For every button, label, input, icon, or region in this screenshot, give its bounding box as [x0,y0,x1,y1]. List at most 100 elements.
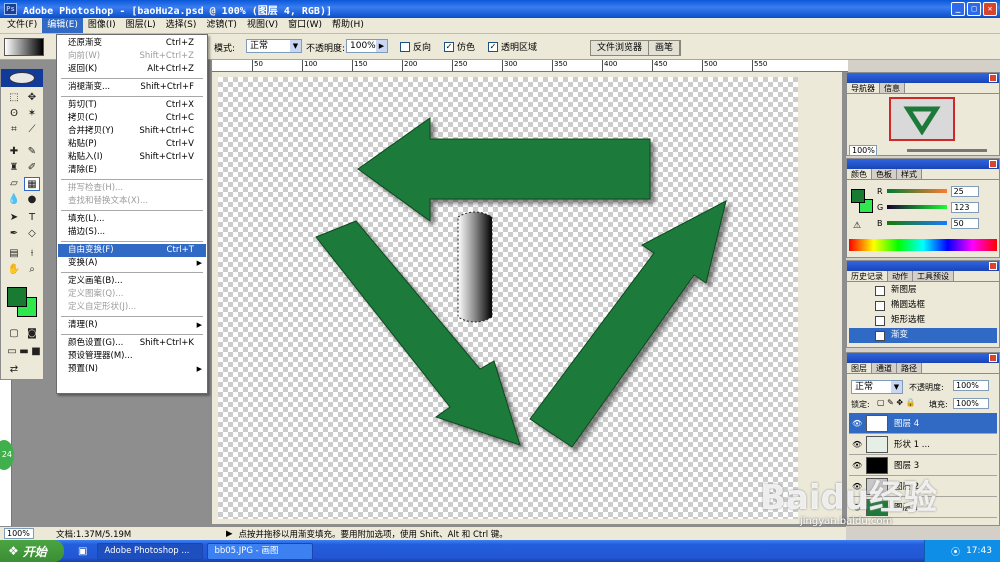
blur-tool-icon[interactable]: 💧 [6,193,22,207]
edit-menu-item[interactable]: 还原渐变 Ctrl+Z [58,37,206,50]
edit-menu-item[interactable]: 预设管理器(M)... [58,350,206,363]
edit-menu-item[interactable]: 粘贴(P) Ctrl+V [58,138,206,151]
edit-menu-item[interactable]: 剪切(T) Ctrl+X [58,99,206,112]
edit-menu-item[interactable]: 描边(S)... [58,226,206,239]
navigator-tab-0[interactable]: 导航器 [847,83,880,93]
color-tab-0[interactable]: 颜色 [847,169,872,179]
file-browser-tab[interactable]: 文件浏览器 [591,41,650,55]
color-fg-swatch[interactable] [851,189,865,203]
taskbar-item-photoshop[interactable]: Adobe Photoshop ... [97,542,204,560]
edit-menu-item[interactable]: 消褪渐变... Shift+Ctrl+F [58,81,206,94]
edit-menu-item[interactable]: 颜色设置(G)... Shift+Ctrl+K [58,337,206,350]
dodge-tool-icon[interactable]: ● [24,193,40,207]
edit-menu-item[interactable]: 填充(L)... [58,213,206,226]
edit-menu-item[interactable]: 自由变换(F) Ctrl+T [58,244,206,257]
layer-opacity-input[interactable]: 100% [953,380,989,391]
stamp-tool-icon[interactable]: ♜ [6,161,22,175]
edit-menu-item[interactable]: 向前(W) Shift+Ctrl+Z [58,50,206,63]
history-item[interactable]: 渐变 [849,328,997,343]
brush-tool-icon[interactable]: ✎ [24,145,40,159]
eyedropper-icon[interactable]: ⟊ [24,247,40,261]
shape-tool-icon[interactable]: ◇ [24,227,40,241]
imageready-jump-icon[interactable]: ⇄ [6,363,22,377]
pen-tool-icon[interactable]: ✒ [6,227,22,241]
edit-menu-item[interactable]: 定义图案(Q)... [58,288,206,301]
healing-brush-icon[interactable]: ✚ [6,145,22,159]
layers-tab-0[interactable]: 图层 [847,363,872,373]
layer-row[interactable]: 👁 形状 1 ... [849,434,997,455]
hand-tool-icon[interactable]: ✋ [6,263,22,277]
close-icon[interactable] [989,262,997,270]
history-brush-icon[interactable]: ✐ [24,161,40,175]
brushes-tab[interactable]: 画笔 [649,41,681,55]
layer-row[interactable]: 👁 图层 4 [849,413,997,434]
quicklaunch-desktop-icon[interactable]: ▣ [78,546,87,557]
lock-icons[interactable]: ▢ ✎ ✥ 🔒 [877,398,916,407]
menu-edit[interactable]: 编辑(E) [42,18,83,33]
dither-option[interactable]: ✓ 仿色 [444,40,475,53]
eye-icon[interactable]: 👁 [852,461,862,470]
lasso-tool-icon[interactable]: ʘ [6,107,22,121]
dither-checkbox[interactable]: ✓ [444,41,454,52]
magic-wand-icon[interactable]: ✶ [24,107,40,121]
standard-mode-icon[interactable]: ▢ [6,327,22,341]
channel-slider[interactable] [886,189,947,193]
eye-icon[interactable]: 👁 [852,440,862,449]
channel-value[interactable]: 123 [951,201,980,213]
history-item[interactable]: 矩形选框 [849,313,997,328]
edit-menu-item[interactable]: 拼写检查(H)... [58,182,206,195]
quickmask-mode-icon[interactable]: ◙ [24,327,40,341]
path-select-icon[interactable]: ➤ [6,211,22,225]
eye-icon[interactable]: 👁 [852,419,862,428]
network-icon[interactable]: ⦿ [951,545,960,558]
navigator-zoom-slider[interactable] [907,149,987,152]
menu-select[interactable]: 选择(S) [161,18,202,33]
edit-menu-item[interactable]: 查找和替换文本(X)... [58,195,206,208]
channel-value[interactable]: 25 [950,185,979,197]
canvas[interactable] [218,77,798,519]
menu-view[interactable]: 视图(V) [242,18,283,33]
history-tab-1[interactable]: 动作 [888,271,913,281]
reverse-checkbox[interactable] [400,41,410,52]
menu-filter[interactable]: 滤镜(T) [201,18,242,33]
minimize-button[interactable]: _ [951,2,965,16]
status-zoom[interactable]: 100% [4,528,34,539]
notes-tool-icon[interactable]: ▤ [6,247,22,261]
gradient-preset-icon[interactable] [4,38,44,56]
transparency-checkbox[interactable]: ✓ [488,41,498,52]
slice-tool-icon[interactable]: ⟋ [24,123,40,137]
history-tab-2[interactable]: 工具预设 [913,271,954,281]
mode-select[interactable]: 正常 ▼ [246,39,302,53]
channel-slider[interactable] [886,221,947,225]
history-item[interactable]: 新图层 [849,283,997,298]
eraser-tool-icon[interactable]: ▱ [6,177,22,191]
history-tab-0[interactable]: 历史记录 [847,271,888,281]
close-icon[interactable] [989,74,997,82]
edit-menu-item[interactable]: 清除(E) [58,164,206,177]
taskbar-item-paint[interactable]: bb05.JPG - 画图 [207,542,314,560]
layers-tab-1[interactable]: 通道 [872,363,897,373]
navigator-tab-1[interactable]: 信息 [880,83,905,93]
close-icon[interactable] [989,354,997,362]
zoom-tool-icon[interactable]: ⌕ [24,263,40,277]
menu-image[interactable]: 图像(I) [83,18,121,33]
layers-tab-2[interactable]: 路径 [897,363,922,373]
menu-window[interactable]: 窗口(W) [283,18,327,33]
close-icon[interactable] [989,160,997,168]
screen-mode-3-icon[interactable]: ■ [28,345,44,359]
crop-tool-icon[interactable]: ⌗ [6,123,22,137]
edit-menu-item[interactable]: 预置(N) ▶ [58,363,206,376]
edit-menu-item[interactable]: 变换(A) ▶ [58,257,206,270]
type-tool-icon[interactable]: T [24,211,40,225]
color-tab-2[interactable]: 样式 [897,169,922,179]
edit-menu-item[interactable]: 粘贴入(I) Shift+Ctrl+V [58,151,206,164]
edit-menu-item[interactable]: 定义自定形状(J)... [58,301,206,314]
move-tool-icon[interactable]: ✥ [24,91,40,105]
navigator-zoom[interactable]: 100% [849,145,877,156]
play-icon[interactable]: ▶ [226,529,233,539]
opacity-input[interactable]: 100% ▶ [346,39,388,53]
start-button[interactable]: ❖ 开始 [0,540,64,562]
close-button[interactable]: ✕ [983,2,997,16]
edit-menu-item[interactable]: 定义画笔(B)... [58,275,206,288]
reverse-option[interactable]: 反向 [400,40,431,53]
